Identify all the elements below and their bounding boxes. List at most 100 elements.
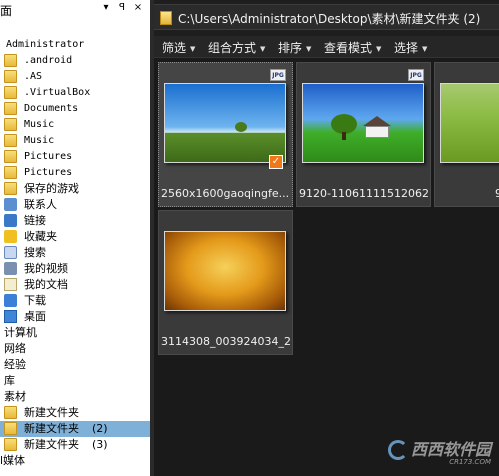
watermark-c-icon xyxy=(387,440,408,460)
tree-item-label: Documents xyxy=(24,103,79,114)
folder-icon xyxy=(4,182,17,195)
tree-item[interactable]: 桌面 xyxy=(0,309,150,325)
tree-item-label: 搜索 xyxy=(24,246,46,259)
tree-item-label: 链接 xyxy=(24,214,46,227)
tree-item-label: Pictures xyxy=(24,151,73,162)
tree-item[interactable]: l媒体 xyxy=(0,453,150,469)
folder-icon xyxy=(4,118,17,131)
tree-item[interactable]: .VirtualBox xyxy=(0,85,150,101)
tree-item[interactable]: 计算机 xyxy=(0,325,150,341)
dropdown-caret-icon: ▼ xyxy=(190,44,196,53)
tree-item[interactable]: Music xyxy=(0,117,150,133)
tree-item[interactable]: 新建文件夹 xyxy=(0,405,150,421)
toolbar-menu-2[interactable]: 排序 ▼ xyxy=(278,39,311,56)
tree-item-label: .VirtualBox xyxy=(24,87,91,98)
jpg-file-type-icon: JPG xyxy=(270,69,286,81)
watermark-logo: 西西软件园 CR173.COM xyxy=(387,436,491,466)
tree-item[interactable]: 经验 xyxy=(0,357,150,373)
file-name-label: 9120-11061111512062 xyxy=(299,187,429,200)
file-thumbnail-tile[interactable]: JPG97 xyxy=(434,62,499,207)
tree-item[interactable]: 网络 xyxy=(0,341,150,357)
folder-icon xyxy=(4,86,17,99)
toolbar-menu-0[interactable]: 筛选 ▼ xyxy=(162,39,195,56)
toolbar-menu-label: 筛选 xyxy=(162,41,187,55)
tree-item-label: 新建文件夹 xyxy=(24,438,79,451)
tree-item[interactable]: Pictures xyxy=(0,165,150,181)
folder-icon xyxy=(4,134,17,147)
dropdown-caret-icon: ▼ xyxy=(260,44,266,53)
folder-icon xyxy=(4,166,17,179)
tree-item-label: .android xyxy=(24,55,73,66)
folder-icon xyxy=(4,438,17,451)
toolbar-menu-label: 查看模式 xyxy=(324,41,373,55)
tree-item[interactable]: 收藏夹 xyxy=(0,229,150,245)
tree-item[interactable]: Administrator xyxy=(0,37,150,53)
tree-item[interactable]: Documents xyxy=(0,101,150,117)
tree-item[interactable]: Music xyxy=(0,133,150,149)
dropdown-caret-icon: ▼ xyxy=(306,44,312,53)
tree-item[interactable]: 链接 xyxy=(0,213,150,229)
jpg-file-type-icon: JPG xyxy=(408,69,424,81)
file-thumbnail-tile[interactable]: 3114308_003924034_2 xyxy=(158,210,293,355)
tree-item-label: 下载 xyxy=(24,294,46,307)
tree-item-label: 素材 xyxy=(4,390,26,403)
link-icon xyxy=(4,214,17,227)
image-preview xyxy=(302,83,424,163)
tree-item-label: Music xyxy=(24,119,55,130)
tree-item-label: Music xyxy=(24,135,55,146)
tree-item[interactable]: 新建文件夹 (2) xyxy=(0,421,150,437)
file-browser-pane: C:\Users\Administrator\Desktop\素材\新建文件夹 … xyxy=(154,0,499,476)
tree-item-label: 桌面 xyxy=(24,310,46,323)
folder-icon xyxy=(160,11,172,25)
folder-icon xyxy=(4,70,17,83)
pin-icon[interactable]: ꟼ xyxy=(116,2,128,13)
image-preview xyxy=(440,83,499,163)
file-name-label: 2560x1600gaoqingfe... xyxy=(161,187,290,200)
folder-icon xyxy=(4,406,17,419)
tree-item-label: 我的视频 xyxy=(24,262,68,275)
star-icon xyxy=(4,230,17,243)
file-name-label: 3114308_003924034_2 xyxy=(161,335,291,348)
desktop-icon xyxy=(4,310,17,323)
tree-item[interactable]: 素材 xyxy=(0,389,150,405)
doc-icon xyxy=(4,278,17,291)
tree-item[interactable]: 新建文件夹 (3) xyxy=(0,437,150,453)
tree-item[interactable]: Pictures xyxy=(0,149,150,165)
folder-tree-panel: 面 ▾ ꟼ × Administrator .android .AS .Virtual… xyxy=(0,0,150,476)
search-icon xyxy=(4,246,17,259)
file-thumbnail-tile[interactable]: JPG ✓ 2560x1600gaoqingfe... xyxy=(158,62,293,207)
file-thumbnail-tile[interactable]: JPG 9120-11061111512062 xyxy=(296,62,431,207)
tree-titlebar: 面 ▾ ꟼ × xyxy=(0,0,150,20)
tree-item[interactable]: 搜索 xyxy=(0,245,150,261)
tree-item[interactable]: 保存的游戏 xyxy=(0,181,150,197)
tree-item[interactable]: .AS xyxy=(0,69,150,85)
panel-menu-chevron-icon[interactable]: ▾ xyxy=(100,2,112,13)
tree-item[interactable]: .android xyxy=(0,53,150,69)
toolbar-menu-1[interactable]: 组合方式 ▼ xyxy=(208,39,265,56)
folder-icon xyxy=(4,102,17,115)
address-bar[interactable]: C:\Users\Administrator\Desktop\素材\新建文件夹 … xyxy=(154,4,499,30)
tree-item[interactable]: 我的视频 xyxy=(0,261,150,277)
tree-item-label: 经验 xyxy=(4,358,26,371)
folder-icon xyxy=(4,150,17,163)
thumbnail-grid: JPG ✓ 2560x1600gaoqingfe... JPG 9120-1106111… xyxy=(154,58,499,476)
dropdown-caret-icon: ▼ xyxy=(422,44,428,53)
tree-item-label: 新建文件夹 xyxy=(24,422,79,435)
tree-item[interactable]: 下载 xyxy=(0,293,150,309)
toolbar-menu-4[interactable]: 选择 ▼ xyxy=(394,39,427,56)
toolbar-menu-3[interactable]: 查看模式 ▼ xyxy=(324,39,381,56)
tree-header-text: 面 xyxy=(0,4,13,18)
selected-checkmark-icon[interactable]: ✓ xyxy=(269,155,283,169)
file-name-label: 97 xyxy=(495,187,499,200)
tree-item[interactable]: 库 xyxy=(0,373,150,389)
video-icon xyxy=(4,262,17,275)
tree-item-suffix: (3) xyxy=(92,438,108,451)
address-path[interactable]: C:\Users\Administrator\Desktop\素材\新建文件夹 … xyxy=(178,10,480,27)
toolbar-menu-label: 选择 xyxy=(394,41,419,55)
close-icon[interactable]: × xyxy=(132,2,144,13)
tree-item[interactable]: 联系人 xyxy=(0,197,150,213)
toolbar-menu-label: 组合方式 xyxy=(208,41,257,55)
tree-item-label: 我的文档 xyxy=(24,278,68,291)
tree-item-label: .AS xyxy=(24,71,43,82)
tree-item[interactable]: 我的文档 xyxy=(0,277,150,293)
